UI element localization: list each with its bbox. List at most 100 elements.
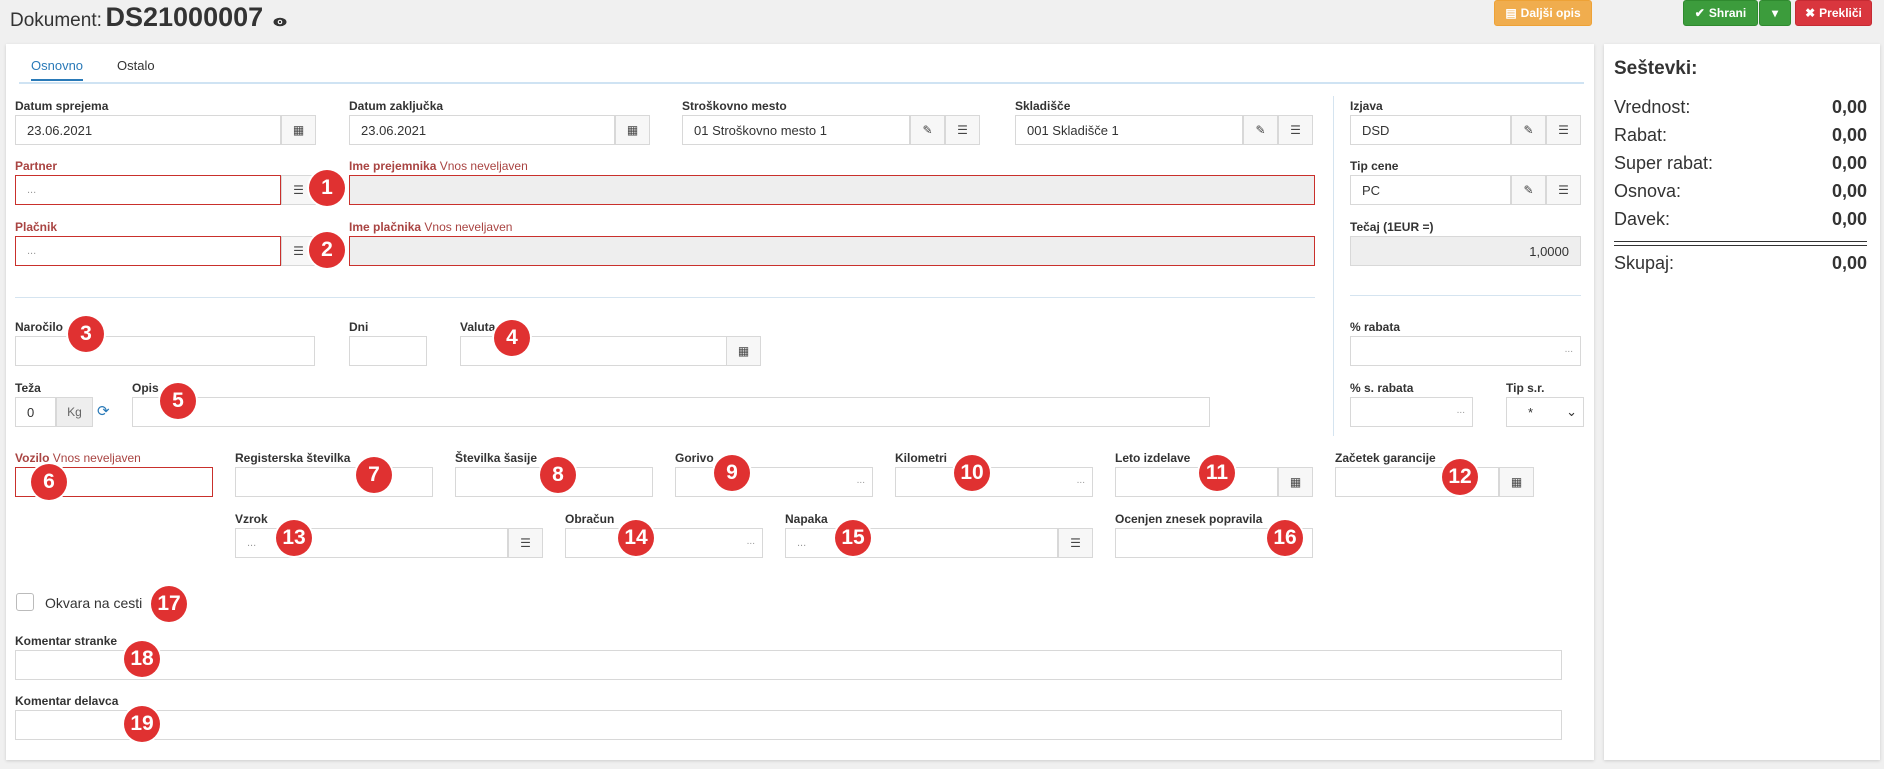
- obracun-placeholder: ...: [746, 536, 755, 547]
- calendar-icon[interactable]: ▦: [1499, 467, 1534, 497]
- ime-prejemnika-text: Ime prejemnika: [349, 159, 437, 173]
- teza-unit: Kg: [56, 397, 93, 427]
- close-icon: ✖: [1805, 6, 1816, 20]
- gorivo-input[interactable]: ...: [675, 467, 873, 497]
- eraser-icon[interactable]: ✎: [910, 115, 945, 145]
- datum-sprejema-input[interactable]: 23.06.2021: [15, 115, 281, 145]
- refresh-icon[interactable]: ⟳: [97, 402, 110, 420]
- placnik-input[interactable]: ...: [15, 236, 281, 266]
- list-icon[interactable]: ☰: [1278, 115, 1313, 145]
- list-icon[interactable]: ☰: [1546, 115, 1581, 145]
- summary-title: Seštevki:: [1614, 58, 1698, 79]
- summary-row-label: Osnova:: [1614, 181, 1682, 201]
- partner-input[interactable]: ...: [15, 175, 281, 205]
- eye-icon[interactable]: [273, 15, 287, 30]
- rabat-label: % rabata: [1350, 320, 1401, 334]
- skladisce-input[interactable]: 001 Skladišče 1: [1015, 115, 1243, 145]
- izjava-input[interactable]: DSD: [1350, 115, 1511, 145]
- summary-row: Osnova: 0,00: [1614, 181, 1867, 202]
- list-icon[interactable]: ☰: [1546, 175, 1581, 205]
- annotation-badge: 3: [68, 316, 104, 352]
- registerska-stevilka-input[interactable]: [235, 467, 433, 497]
- annotation-badge: 6: [31, 464, 67, 500]
- annotation-badge: 2: [309, 232, 345, 268]
- check-icon: ✔: [1694, 6, 1705, 20]
- list-icon[interactable]: ☰: [508, 528, 543, 558]
- kilometri-label: Kilometri: [895, 451, 948, 465]
- tecaj-input[interactable]: 1,0000: [1350, 236, 1581, 266]
- teza-input[interactable]: 0: [15, 397, 56, 427]
- tab-osnovno[interactable]: Osnovno: [31, 58, 84, 81]
- calendar-icon[interactable]: ▦: [726, 336, 761, 366]
- dni-input[interactable]: [349, 336, 427, 366]
- opis-label: Opis: [132, 381, 159, 395]
- datum-zakljucka-input[interactable]: 23.06.2021: [349, 115, 615, 145]
- napaka-input[interactable]: ...: [785, 528, 1058, 558]
- summary-row: Vrednost: 0,00: [1614, 97, 1867, 118]
- eraser-icon[interactable]: ✎: [1243, 115, 1278, 145]
- summary-row: Davek: 0,00: [1614, 209, 1867, 230]
- ime-prejemnika-note: Vnos neveljaven: [439, 159, 528, 173]
- leto-izdelave-input[interactable]: [1115, 467, 1278, 497]
- document-number: DS21000007: [105, 2, 264, 32]
- summary-total: Skupaj: 0,00: [1614, 253, 1867, 274]
- summary-row-value: 0,00: [1831, 125, 1867, 145]
- ime-placnika-text: Ime plačnika: [349, 220, 422, 234]
- list-icon[interactable]: ☰: [1058, 528, 1093, 558]
- komentar-delavca-label: Komentar delavca: [15, 694, 119, 708]
- calendar-icon[interactable]: ▦: [281, 115, 316, 145]
- save-dropdown-button[interactable]: ▾: [1759, 0, 1791, 26]
- ime-placnika-input[interactable]: [349, 236, 1315, 266]
- s-rabat-input[interactable]: ...: [1350, 397, 1473, 427]
- stevilka-sasije-label: Številka šasije: [455, 451, 538, 465]
- rabat-input[interactable]: ...: [1350, 336, 1581, 366]
- tab-ostalo[interactable]: Ostalo: [117, 58, 155, 73]
- komentar-stranke-input[interactable]: [15, 650, 1562, 680]
- ime-prejemnika-input[interactable]: [349, 175, 1315, 205]
- more-description-button[interactable]: ▤ Daljši opis: [1494, 0, 1592, 26]
- calendar-icon[interactable]: ▦: [1278, 467, 1313, 497]
- summary-panel: [1604, 44, 1880, 760]
- datum-zakljucka-label: Datum zaključka: [349, 99, 444, 113]
- summary-row: Super rabat: 0,00: [1614, 153, 1867, 174]
- tip-sr-select[interactable]: * ⌄: [1506, 397, 1584, 427]
- teza-label: Teža: [15, 381, 41, 395]
- list-icon[interactable]: ☰: [945, 115, 980, 145]
- save-button[interactable]: ✔ Shrani: [1683, 0, 1758, 26]
- tab-bar: Osnovno Ostalo: [19, 52, 1584, 84]
- datum-sprejema-label: Datum sprejema: [15, 99, 109, 113]
- annotation-badge: 15: [835, 520, 871, 556]
- summary-row-label: Rabat:: [1614, 125, 1668, 145]
- calendar-icon[interactable]: ▦: [615, 115, 650, 145]
- stroskovno-mesto-input[interactable]: 01 Stroškovno mesto 1: [682, 115, 910, 145]
- kilometri-input[interactable]: ...: [895, 467, 1093, 497]
- annotation-badge: 10: [954, 455, 990, 491]
- tip-cene-input[interactable]: PC: [1350, 175, 1511, 205]
- okvara-checkbox[interactable]: [16, 593, 34, 611]
- stroskovno-mesto-label: Stroškovno mesto: [682, 99, 787, 113]
- vozilo-label: Vozilo Vnos neveljaven: [15, 451, 141, 465]
- summary-total-label: Skupaj:: [1614, 253, 1675, 273]
- annotation-badge: 11: [1199, 455, 1235, 491]
- s-rabat-placeholder: ...: [1456, 405, 1465, 416]
- tip-cene-label: Tip cene: [1350, 159, 1399, 173]
- chevron-down-icon: ⌄: [1566, 404, 1577, 419]
- document-label: Dokument:: [10, 10, 102, 31]
- summary-row-label: Vrednost:: [1614, 97, 1691, 117]
- annotation-badge: 12: [1442, 459, 1478, 495]
- summary-row-label: Davek:: [1614, 209, 1671, 229]
- valuta-label: Valuta: [460, 320, 496, 334]
- annotation-badge: 18: [124, 641, 160, 677]
- cancel-button[interactable]: ✖ Prekliči: [1795, 0, 1872, 26]
- gorivo-label: Gorivo: [675, 451, 714, 465]
- summary-total-value: 0,00: [1831, 253, 1867, 273]
- eraser-icon[interactable]: ✎: [1511, 175, 1546, 205]
- narocilo-input[interactable]: [15, 336, 315, 366]
- eraser-icon[interactable]: ✎: [1511, 115, 1546, 145]
- obracun-input[interactable]: ...: [565, 528, 763, 558]
- partner-label: Partner: [15, 159, 58, 173]
- opis-input[interactable]: [132, 397, 1210, 427]
- komentar-delavca-input[interactable]: [15, 710, 1562, 740]
- zacetek-garancije-label: Začetek garancije: [1335, 451, 1436, 465]
- divider: [1350, 295, 1581, 296]
